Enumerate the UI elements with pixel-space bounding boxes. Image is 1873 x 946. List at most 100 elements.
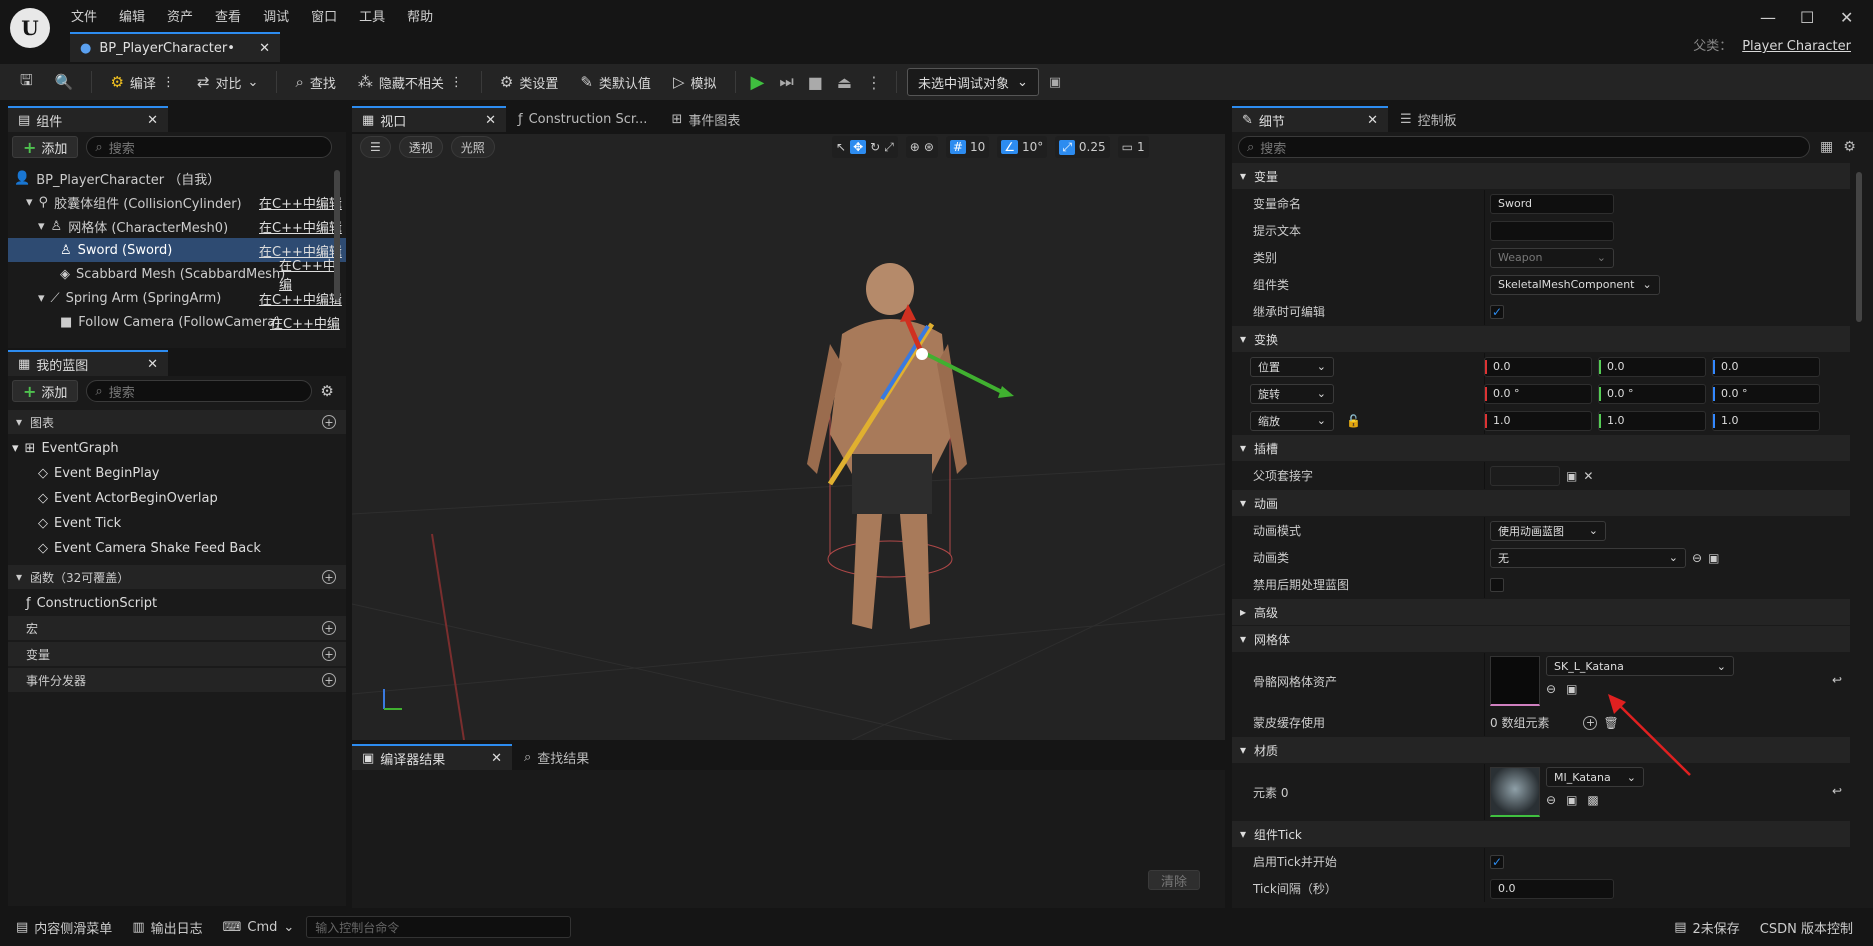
more-icon[interactable]: ⋮ bbox=[450, 75, 463, 90]
tree-item-camera[interactable]: ■ Follow Camera (FollowCamera) 在C++中编 bbox=[8, 310, 346, 334]
tick-start-checkbox[interactable]: ✓ bbox=[1490, 854, 1504, 869]
move-icon[interactable]: ✥ bbox=[850, 140, 867, 154]
tab-details[interactable]: ✎ 细节 ✕ bbox=[1232, 106, 1388, 132]
close-tab-icon[interactable]: ✕ bbox=[147, 113, 158, 128]
tree-item-mesh[interactable]: ▾ ♙ 网格体 (CharacterMesh0) 在C++中编辑 bbox=[8, 214, 346, 238]
menu-tools[interactable]: 工具 bbox=[348, 4, 396, 27]
browse-icon[interactable]: ▣ bbox=[1566, 469, 1577, 483]
console-command-input[interactable]: 输入控制台命令 bbox=[306, 916, 572, 938]
section-variables[interactable]: 变量 + bbox=[8, 642, 346, 666]
menu-edit[interactable]: 编辑 bbox=[108, 4, 156, 27]
section-transform[interactable]: ▾ 变换 bbox=[1232, 326, 1850, 352]
unsaved-button[interactable]: ▤ 2未保存 bbox=[1666, 914, 1748, 940]
section-variable[interactable]: ▾ 变量 bbox=[1232, 163, 1850, 189]
browse-icon[interactable]: ▣ bbox=[1566, 682, 1577, 696]
add-macro-icon[interactable]: + bbox=[322, 621, 336, 635]
tab-event-graph[interactable]: ⊞ 事件图表 bbox=[659, 106, 752, 132]
section-advanced[interactable]: ▸ 高级 bbox=[1232, 599, 1850, 625]
location-mode-select[interactable]: 位置 ⌄ bbox=[1250, 356, 1334, 377]
close-tab-icon[interactable]: ✕ bbox=[259, 41, 270, 56]
add-element-icon[interactable]: + bbox=[1583, 715, 1598, 730]
hide-unrelated-button[interactable]: ⁂ 隐藏不相关 ⋮ bbox=[350, 68, 471, 96]
lighting-button[interactable]: 光照 bbox=[450, 136, 495, 158]
add-component-button[interactable]: + 添加 bbox=[12, 136, 79, 158]
browse-button[interactable]: 🔍 bbox=[47, 68, 82, 96]
step-icon[interactable]: ⏭ bbox=[775, 72, 797, 92]
use-selected-icon[interactable]: ⊖ bbox=[1692, 551, 1702, 565]
close-tab-icon[interactable]: ✕ bbox=[485, 113, 496, 128]
browse-icon[interactable]: ▣ bbox=[1708, 551, 1719, 565]
skeletal-mesh-select[interactable]: SK_L_Katana ⌄ bbox=[1546, 656, 1734, 676]
skeletal-mesh-thumbnail[interactable] bbox=[1490, 656, 1540, 706]
perspective-button[interactable]: 透视 bbox=[398, 136, 443, 158]
section-component-tick[interactable]: ▾ 组件Tick bbox=[1232, 821, 1850, 847]
source-control-button[interactable]: CSDN 版本控制 bbox=[1752, 914, 1861, 940]
menu-file[interactable]: 文件 bbox=[60, 4, 108, 27]
event-item[interactable]: ◇ Event ActorBeginOverlap bbox=[8, 486, 346, 511]
add-function-icon[interactable]: + bbox=[322, 570, 336, 584]
reset-icon[interactable]: ↩ bbox=[1832, 673, 1842, 687]
tick-interval-input[interactable]: 0.0 bbox=[1490, 878, 1614, 899]
minimize-icon[interactable]: — bbox=[1760, 8, 1776, 27]
scale-icon[interactable]: ⤢ bbox=[884, 140, 894, 155]
menu-view[interactable]: 查看 bbox=[204, 4, 252, 27]
edit-in-cpp-link[interactable]: 在C++中编辑 bbox=[259, 289, 342, 308]
blueprint-search-input[interactable]: ⌕ 搜索 bbox=[86, 380, 313, 402]
editable-checkbox[interactable]: ✓ bbox=[1490, 304, 1504, 319]
add-graph-icon[interactable]: + bbox=[322, 415, 336, 429]
tab-components[interactable]: ▤ 组件 ✕ bbox=[8, 106, 168, 132]
gear-icon[interactable]: ⚙ bbox=[1843, 139, 1856, 155]
details-search-input[interactable]: ⌕ 搜索 bbox=[1238, 136, 1810, 158]
tab-compiler-results[interactable]: ▣ 编译器结果 ✕ bbox=[352, 744, 512, 770]
add-member-button[interactable]: + 添加 bbox=[12, 380, 79, 402]
variable-name-input[interactable]: Sword bbox=[1490, 193, 1614, 214]
checker-icon[interactable]: ▩ bbox=[1587, 793, 1598, 807]
parent-class-link[interactable]: Player Character bbox=[1742, 39, 1851, 54]
rotation-z-input[interactable]: 0.0 ° bbox=[1712, 383, 1820, 404]
event-item[interactable]: ◇ Event Tick bbox=[8, 511, 346, 536]
maximize-icon[interactable]: ☐ bbox=[1800, 8, 1814, 27]
cmd-select[interactable]: ⌨ Cmd ⌄ bbox=[215, 914, 303, 940]
tree-item-scabbard[interactable]: ◈ Scabbard Mesh (ScabbardMesh) 在C++中编 bbox=[8, 259, 346, 293]
scale-x-input[interactable]: 1.0 bbox=[1484, 410, 1592, 431]
animation-class-select[interactable]: 无 ⌄ bbox=[1490, 547, 1686, 568]
debug-browse-icon[interactable]: ▣ bbox=[1045, 75, 1065, 90]
chevron-down-icon[interactable]: ▾ bbox=[38, 219, 45, 234]
tree-item-spring-arm[interactable]: ▾ ⟋ Spring Arm (SpringArm) 在C++中编辑 bbox=[8, 286, 346, 310]
section-animation[interactable]: ▾ 动画 bbox=[1232, 490, 1850, 516]
component-class-select[interactable]: SkeletalMeshComponent ⌄ bbox=[1490, 274, 1660, 295]
components-scrollbar[interactable] bbox=[334, 170, 340, 300]
edit-in-cpp-link[interactable]: 在C++中编辑 bbox=[259, 217, 342, 236]
section-macros[interactable]: 宏 + bbox=[8, 616, 346, 640]
lock-icon[interactable]: 🔓 bbox=[1346, 414, 1361, 428]
tree-item-self[interactable]: 👤 BP_PlayerCharacter （自我） bbox=[8, 166, 346, 190]
stop-icon[interactable]: ■ bbox=[804, 73, 827, 92]
clear-icon[interactable]: ✕ bbox=[1583, 469, 1593, 483]
class-settings-button[interactable]: ⚙ 类设置 bbox=[492, 68, 566, 96]
components-search-input[interactable]: ⌕ 搜索 bbox=[86, 136, 333, 158]
close-tab-icon[interactable]: ✕ bbox=[1367, 113, 1378, 128]
close-tab-icon[interactable]: ✕ bbox=[491, 751, 502, 766]
clear-button[interactable]: 清除 bbox=[1148, 870, 1201, 890]
add-variable-icon[interactable]: + bbox=[322, 647, 336, 661]
tab-viewport[interactable]: ▦ 视口 ✕ bbox=[352, 106, 506, 132]
rotation-mode-select[interactable]: 旋转 ⌄ bbox=[1250, 383, 1334, 404]
edit-in-cpp-link[interactable]: 在C++中编辑 bbox=[259, 193, 342, 212]
menu-debug[interactable]: 调试 bbox=[252, 4, 300, 27]
save-button[interactable]: 🖫 bbox=[12, 68, 41, 96]
chevron-down-icon[interactable]: ▾ bbox=[26, 195, 33, 210]
tab-find-results[interactable]: ⌕ 查找结果 bbox=[512, 744, 601, 770]
use-selected-icon[interactable]: ⊖ bbox=[1546, 793, 1556, 807]
diff-button[interactable]: ⇄ 对比 ⌄ bbox=[189, 68, 267, 96]
output-log-button[interactable]: ▥ 输出日志 bbox=[124, 914, 210, 940]
graph-item-eventgraph[interactable]: ▾ ⊞ EventGraph bbox=[8, 436, 346, 461]
scale-y-input[interactable]: 1.0 bbox=[1598, 410, 1706, 431]
chevron-down-icon[interactable]: ▾ bbox=[12, 441, 19, 456]
grid-snap[interactable]: #10 bbox=[945, 136, 990, 158]
add-dispatcher-icon[interactable]: + bbox=[322, 673, 336, 687]
play-icon[interactable]: ▶ bbox=[746, 72, 770, 93]
camera-speed[interactable]: ▭ 1 bbox=[1117, 136, 1149, 158]
gear-icon[interactable]: ⚙ bbox=[320, 382, 333, 400]
category-select[interactable]: Weapon ⌄ bbox=[1490, 247, 1614, 268]
viewport[interactable]: ☰ 透视 光照 ↖ ✥ ↻ ⤢ ⊕ ⊛ #10 ∠ 10° ⤢ 0.25 ▭ 1 bbox=[352, 134, 1225, 740]
